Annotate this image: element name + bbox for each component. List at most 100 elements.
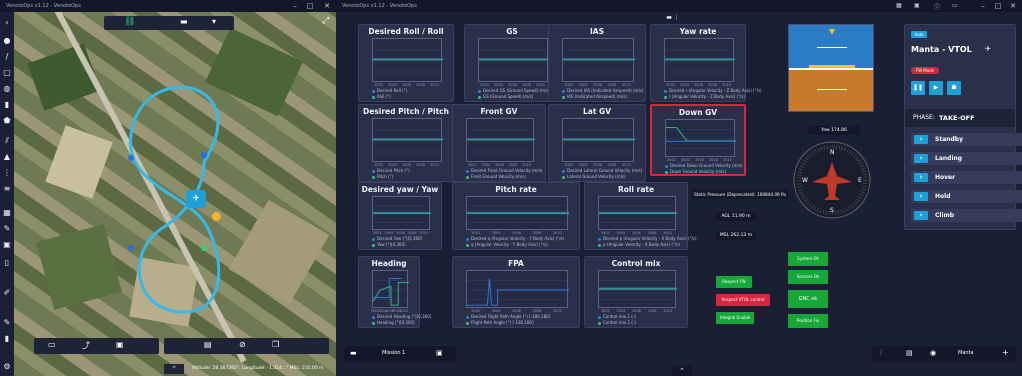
chart-panel-yaw: Desired yaw / Yaw 3002 3004 3006 3008 3010 Des… <box>358 182 442 250</box>
legend-entry: p (Angular Velocity - X Body Axis) (°/s) <box>598 242 680 247</box>
window-icon[interactable]: ▭ <box>952 2 958 9</box>
chevron-right-icon: › <box>914 211 928 220</box>
add-icon[interactable]: + <box>1002 348 1009 357</box>
route-edit-icon[interactable]: ⤴ <box>82 340 90 351</box>
mission-selector[interactable]: Mission 1 <box>382 350 405 356</box>
polygon-icon[interactable]: ▢ <box>2 68 12 78</box>
x-tick: 3004 <box>481 163 491 167</box>
link-icon[interactable]: ⛓ <box>124 17 135 27</box>
coordinate-readout: Altitude: 28.387292°, Longitude: -1.314.… <box>192 366 324 371</box>
lock-icon[interactable]: ▤ <box>204 340 212 349</box>
chevron-right-icon: › <box>914 173 928 182</box>
map-top-toolbar: ⛓ ▬ ▾ <box>104 16 234 30</box>
vehicle-icon[interactable]: ▣ <box>436 349 443 357</box>
pencil-icon[interactable]: ✎ <box>2 318 12 328</box>
chart-title: Down GV <box>678 108 718 117</box>
eye-icon[interactable]: ◉ <box>930 349 936 357</box>
align-icon[interactable]: ⫶ <box>880 349 882 358</box>
map-bottom-toolbar-left: ▭ ⤴ ▣ <box>34 338 159 354</box>
satellite-map[interactable]: ✈ ⛓ ▬ ▾ ⤢ ▭ ⤴ ▣ ▤ ⊘ ❐ ⌃ Altitude: 28.387… <box>14 12 336 376</box>
tile-icon[interactable]: ▦ <box>896 2 902 9</box>
globe-icon[interactable]: ◍ <box>2 84 12 94</box>
grid-icon[interactable]: ⋮ <box>2 168 12 178</box>
yaw-readout: Yaw 174.86 <box>808 126 860 135</box>
collapse-icon[interactable]: ‹ <box>2 18 12 28</box>
maximize-icon[interactable]: □ <box>303 0 317 12</box>
top-center-tab[interactable]: ▬ ⋮ <box>656 14 690 22</box>
integral-enable-button[interactable]: Integral Enable <box>716 312 754 324</box>
play-button[interactable]: ▶ <box>929 81 943 95</box>
pin-icon[interactable]: ● <box>2 36 12 46</box>
phase-value: TAKE-OFF <box>939 114 975 122</box>
folder-icon[interactable]: ▭ <box>48 340 56 349</box>
shape-icon[interactable]: ⬟ <box>2 116 12 126</box>
legend-entry: Desired Yaw (°)[0,360] <box>372 236 422 241</box>
dropdown-icon[interactable]: ▾ <box>212 17 216 26</box>
copy-icon[interactable]: ❐ <box>272 340 279 349</box>
layers-icon[interactable]: ≡ <box>2 184 12 194</box>
action-standby[interactable]: › Standby <box>911 133 1022 146</box>
close-icon[interactable]: ✕ <box>1006 0 1020 12</box>
legend-label: Desired Yaw (°)[0,360] <box>377 236 423 241</box>
trash-icon[interactable]: ▯ <box>2 258 12 268</box>
x-tick: 3008 <box>416 83 425 87</box>
vehicle-mode-selector[interactable]: Manta <box>958 350 974 356</box>
info-icon[interactable]: ⓘ <box>934 2 940 11</box>
legend-label: Desired q (Angular Velocity - Y Body Axi… <box>471 236 565 241</box>
chat-icon[interactable]: ▬ <box>180 17 188 26</box>
map-square-icon[interactable]: ▣ <box>2 240 12 250</box>
phone-icon[interactable]: ▮ <box>2 100 12 110</box>
pause-button[interactable]: ❚❚ <box>911 81 925 95</box>
chart-title: Desired Pitch / Pitch <box>363 107 449 116</box>
x-tick: 3006 <box>396 231 405 235</box>
map-window: VenoteOps v1.12 - VenoteOps – □ ✕ ‹ ● / … <box>0 0 336 376</box>
calculator-icon[interactable]: ▦ <box>2 208 12 218</box>
position-fix-badge: Position Fix <box>788 314 828 328</box>
fullscreen-icon[interactable]: ⤢ <box>322 16 329 26</box>
route-icon[interactable]: ⫽ <box>2 136 12 146</box>
action-hold[interactable]: › Hold <box>911 190 1022 203</box>
x-tick: 3004 <box>388 163 397 167</box>
x-tick: 3008 <box>407 231 417 235</box>
respect-vtol-button[interactable]: Respect VTOL control <box>716 294 770 306</box>
action-hover[interactable]: › Hover <box>911 171 1022 184</box>
edit-icon[interactable]: ✎ <box>2 224 12 234</box>
action-landing[interactable]: › Landing <box>911 152 1022 165</box>
vehicle-icon[interactable]: ▣ <box>116 340 124 349</box>
lock-icon[interactable]: ▤ <box>906 349 913 357</box>
chart-title: FPA <box>508 259 524 268</box>
delete-icon[interactable]: ▮ <box>2 334 12 344</box>
auto-badge: Auto <box>911 31 927 38</box>
respect-fw-button[interactable]: Respect FW <box>716 276 752 288</box>
home-marker-icon[interactable] <box>212 212 221 221</box>
image-icon[interactable]: ▣ <box>914 2 920 9</box>
legend-dot-icon <box>562 95 565 99</box>
chart-panel-controlmix: Control mix 3002 3004 3006 3008 3010 Control m… <box>584 256 688 328</box>
warning-icon[interactable]: ▲ <box>2 152 12 162</box>
drone-icon[interactable]: ✈ <box>186 190 206 208</box>
user-button[interactable]: ☗ <box>947 81 961 95</box>
menu-icon[interactable]: ▬ <box>350 349 357 357</box>
x-tick: 3008 <box>508 163 518 167</box>
expand-up-icon[interactable]: ⌃ <box>672 366 692 376</box>
maximize-icon[interactable]: □ <box>991 0 1005 12</box>
settings-icon[interactable]: ⚙ <box>2 362 12 372</box>
close-icon[interactable]: ✕ <box>320 0 334 12</box>
x-tick: 3002 <box>667 158 676 162</box>
x-tick: 3004 <box>616 309 626 313</box>
x-tick: 3002 <box>471 231 481 235</box>
minimize-icon[interactable]: – <box>976 0 990 12</box>
expand-up-icon[interactable]: ⌃ <box>164 364 184 374</box>
hide-icon[interactable]: ⊘ <box>239 340 246 349</box>
x-tick: 3008 <box>647 309 657 313</box>
action-climb[interactable]: › Climb <box>911 209 1022 222</box>
x-tick: 3004 <box>384 231 394 235</box>
chart-panel-pitchrate: Pitch rate 3002 3004 3006 3008 3010 Desired q … <box>452 182 580 250</box>
minimize-icon[interactable]: – <box>288 0 302 12</box>
line-icon[interactable]: / <box>2 52 12 62</box>
legend-entry: Pitch (°) <box>372 174 393 179</box>
legend-label: r (Angular Velocity - Z Body Axis) (°/s) <box>669 94 746 99</box>
legend-entry: Desired GS (Ground Speed) (m/s) <box>478 88 550 93</box>
system-ok-badge: System Ok <box>788 252 828 266</box>
brush-icon[interactable]: ✐ <box>2 288 12 298</box>
